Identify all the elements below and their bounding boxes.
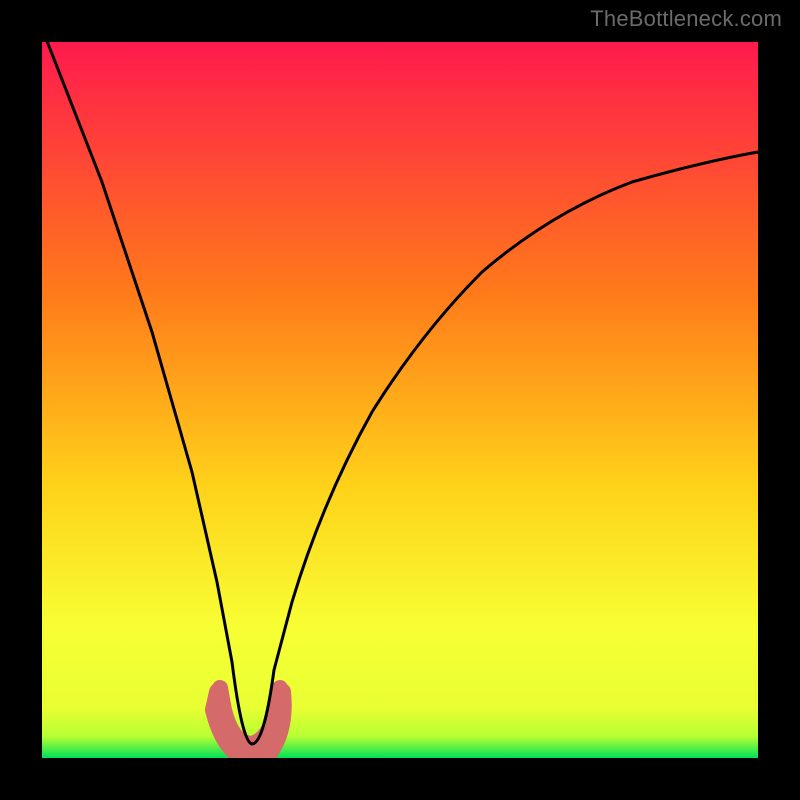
plot-area [42,42,758,758]
watermark-text: TheBottleneck.com [590,6,782,32]
bottleneck-curve [45,42,758,744]
chart-frame: TheBottleneck.com [0,0,800,800]
curve-layer [42,42,758,758]
